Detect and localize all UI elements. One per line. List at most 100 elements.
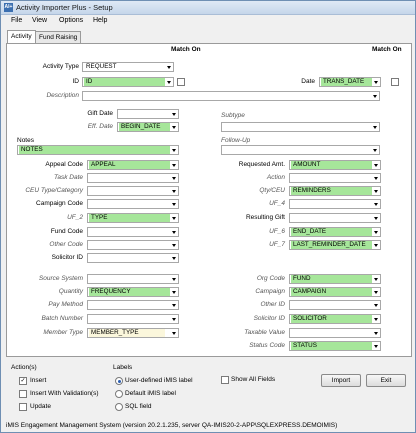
source-system-field[interactable] (87, 274, 179, 284)
appeal-code-field[interactable]: APPEAL (87, 160, 179, 170)
user-defined-label-radio[interactable] (115, 377, 123, 385)
uf-2-field[interactable]: TYPE (87, 213, 179, 223)
chevron-down-icon[interactable] (165, 78, 173, 86)
action-field[interactable] (289, 173, 381, 183)
chevron-down-icon[interactable] (372, 78, 380, 86)
other-code-field[interactable] (87, 240, 179, 250)
chevron-down-icon[interactable] (372, 342, 380, 350)
chevron-down-icon[interactable] (372, 315, 380, 323)
gift-date-field[interactable] (117, 109, 179, 119)
campaign-code-field[interactable] (87, 199, 179, 209)
activity-type-value: REQUEST (86, 63, 117, 70)
campaign-field[interactable]: CAMPAIGN (289, 287, 381, 297)
uf-6-field[interactable]: END_DATE (289, 227, 381, 237)
ceu-type-field[interactable] (87, 186, 179, 196)
uf-7-field[interactable]: LAST_REMINDER_DATE (289, 240, 381, 250)
notes-field[interactable]: NOTES (17, 145, 179, 155)
chevron-down-icon[interactable] (170, 161, 178, 169)
chevron-down-icon[interactable] (170, 228, 178, 236)
member-type-field[interactable]: MEMBER_TYPE (87, 328, 179, 338)
chevron-down-icon[interactable] (170, 123, 178, 131)
task-date-field[interactable] (87, 173, 179, 183)
chevron-down-icon[interactable] (371, 92, 379, 100)
update-checkbox[interactable] (19, 403, 27, 411)
activity-type-select[interactable]: REQUEST (82, 62, 174, 72)
follow-up-field[interactable] (221, 145, 380, 155)
chevron-down-icon[interactable] (170, 315, 178, 323)
solicitor-id-right-field[interactable]: SOLICITOR (289, 314, 381, 324)
chevron-down-icon[interactable] (170, 329, 178, 337)
show-all-fields-checkbox[interactable] (221, 376, 229, 384)
sql-field-radio[interactable] (115, 403, 123, 411)
chevron-down-icon[interactable] (372, 214, 380, 222)
other-code-label: Other Code (49, 241, 83, 248)
menu-view[interactable]: View (32, 16, 47, 26)
insert-with-validation-checkbox[interactable] (19, 390, 27, 398)
batch-number-field[interactable] (87, 314, 179, 324)
id-field[interactable]: ID (82, 77, 174, 87)
fund-code-field[interactable] (87, 227, 179, 237)
default-label-radio[interactable] (115, 390, 123, 398)
chevron-down-icon[interactable] (372, 174, 380, 182)
taxable-value-field[interactable] (289, 328, 381, 338)
chevron-down-icon[interactable] (170, 214, 178, 222)
other-id-field[interactable] (289, 300, 381, 310)
solicitor-id-left-field[interactable] (87, 253, 179, 263)
chevron-down-icon[interactable] (372, 275, 380, 283)
chevron-down-icon[interactable] (170, 187, 178, 195)
chevron-down-icon[interactable] (372, 288, 380, 296)
uf-4-field[interactable] (289, 199, 381, 209)
menu-file[interactable]: File (11, 16, 22, 26)
chevron-down-icon[interactable] (170, 110, 178, 118)
date-match-checkbox[interactable] (391, 78, 399, 86)
chevron-down-icon[interactable] (170, 146, 178, 154)
qty-ceu-field[interactable]: REMINDERS (289, 186, 381, 196)
status-code-label: Status Code (249, 342, 285, 349)
tab-fund-raising[interactable]: Fund Raising (35, 31, 82, 43)
insert-with-validation-label: Insert With Validation(s) (30, 390, 99, 397)
sql-field-text: SQL field (125, 403, 152, 410)
subtype-field[interactable] (221, 122, 380, 132)
chevron-down-icon[interactable] (372, 241, 380, 249)
description-label: Description (46, 92, 79, 99)
notes-value: NOTES (19, 146, 171, 154)
chevron-down-icon[interactable] (170, 174, 178, 182)
chevron-down-icon[interactable] (371, 146, 379, 154)
chevron-down-icon[interactable] (170, 200, 178, 208)
pay-method-field[interactable] (87, 300, 179, 310)
menu-options[interactable]: Options (59, 16, 83, 26)
insert-checkbox[interactable]: ✓ (19, 377, 27, 385)
chevron-down-icon[interactable] (372, 200, 380, 208)
tab-activity[interactable]: Activity (7, 30, 36, 43)
chevron-down-icon[interactable] (372, 187, 380, 195)
chevron-down-icon[interactable] (170, 241, 178, 249)
uf-4-label: UF_4 (269, 200, 285, 207)
chevron-down-icon[interactable] (372, 329, 380, 337)
other-code-value (89, 241, 93, 249)
menu-help[interactable]: Help (93, 16, 107, 26)
chevron-down-icon[interactable] (170, 301, 178, 309)
ceu-type-value (89, 187, 93, 195)
solicitor-id-right-label: Solicitor ID (253, 315, 285, 322)
exit-button[interactable]: Exit (366, 374, 406, 387)
description-field[interactable] (82, 91, 380, 101)
org-code-field[interactable]: FUND (289, 274, 381, 284)
requested-amt-field[interactable]: AMOUNT (289, 160, 381, 170)
eff-date-field[interactable]: BEGIN_DATE (117, 122, 179, 132)
status-code-field[interactable]: STATUS (289, 341, 381, 351)
chevron-down-icon[interactable] (372, 228, 380, 236)
quantity-label: Quantity (58, 288, 83, 295)
chevron-down-icon[interactable] (170, 254, 178, 262)
import-button[interactable]: Import (321, 374, 361, 387)
chevron-down-icon[interactable] (170, 288, 178, 296)
date-field[interactable]: TRANS_DATE (319, 77, 381, 87)
requested-amt-label: Requested Amt. (238, 161, 285, 168)
chevron-down-icon[interactable] (372, 161, 380, 169)
resulting-gift-field[interactable] (289, 213, 381, 223)
quantity-field[interactable]: FREQUENCY (87, 287, 179, 297)
chevron-down-icon[interactable] (170, 275, 178, 283)
chevron-down-icon[interactable] (372, 301, 380, 309)
chevron-down-icon[interactable] (371, 123, 379, 131)
id-match-checkbox[interactable] (177, 78, 185, 86)
chevron-down-icon[interactable] (165, 63, 173, 71)
